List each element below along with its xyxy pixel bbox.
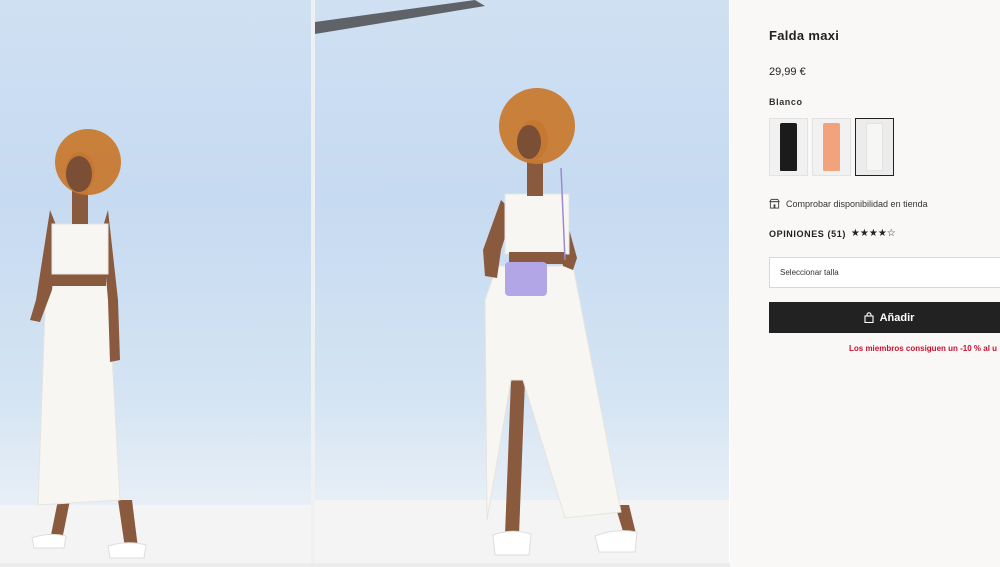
availability-label: Comprobar disponibilidad en tienda (786, 198, 928, 209)
product-price: 29,99 € (769, 66, 806, 78)
store-icon (769, 198, 780, 209)
reviews-link[interactable]: OPINIONES (51) ★★★★☆ (769, 228, 896, 240)
member-promo-text: Los miembros consiguen un -10 % al u (849, 344, 998, 353)
skirt-thumbnail-white (866, 123, 883, 171)
check-store-availability-link[interactable]: Comprobar disponibilidad en tienda (769, 198, 928, 209)
gallery-bottom-edge (0, 563, 730, 567)
add-button-label: Añadir (879, 311, 915, 324)
swatch-white[interactable] (855, 118, 894, 176)
product-title: Falda maxi (769, 28, 840, 43)
size-select[interactable]: Seleccionar talla (769, 257, 1000, 288)
swatch-peach[interactable] (812, 118, 851, 176)
add-to-bag-button[interactable]: Añadir (769, 302, 1000, 333)
rating-stars: ★★★★☆ (850, 228, 896, 239)
model-front-illustration (0, 129, 311, 563)
color-swatches (769, 118, 894, 176)
reviews-label: OPINIONES (51) (769, 229, 846, 239)
selected-color-label: Blanco (769, 97, 803, 107)
swatch-black[interactable] (769, 118, 808, 176)
model-back-illustration (315, 0, 729, 563)
product-photo-front[interactable] (0, 0, 311, 563)
product-details-panel: Falda maxi 29,99 € Blanco Comprobar disp… (730, 0, 1000, 567)
bag-icon (864, 312, 874, 323)
skirt-thumbnail-peach (823, 123, 840, 171)
size-select-placeholder: Seleccionar talla (780, 268, 839, 277)
skirt-thumbnail-black (780, 123, 797, 171)
product-photo-back[interactable] (315, 0, 729, 563)
